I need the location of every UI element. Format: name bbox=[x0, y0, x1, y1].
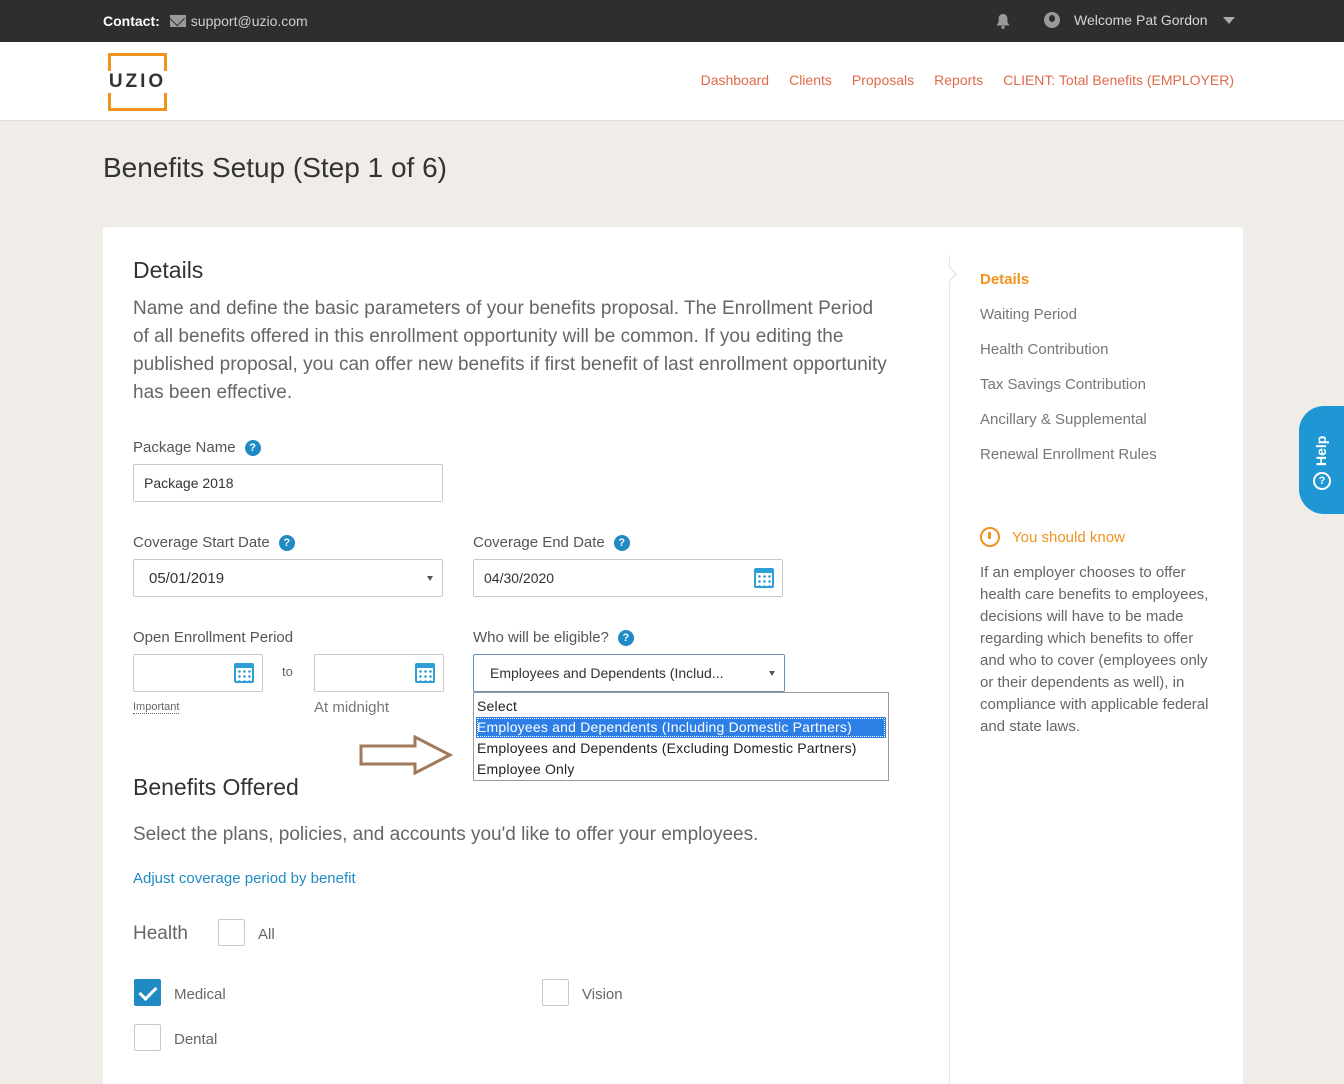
to-label: to bbox=[282, 664, 293, 679]
main-nav: Dashboard Clients Proposals Reports CLIE… bbox=[681, 72, 1234, 88]
contact-label: Contact: bbox=[103, 13, 160, 29]
top-bar: Contact: support@uzio.com Welcome Pat Go… bbox=[0, 0, 1344, 42]
nav-reports[interactable]: Reports bbox=[934, 72, 983, 88]
contact-info: Contact: support@uzio.com bbox=[103, 13, 308, 29]
benefits-heading: Benefits Offered bbox=[133, 774, 299, 800]
help-label: Help bbox=[1313, 435, 1329, 466]
eligible-option-excluding[interactable]: Employees and Dependents (Excluding Dome… bbox=[476, 738, 886, 759]
details-description: Name and define the basic parameters of … bbox=[133, 298, 887, 403]
step-renewal-rules[interactable]: Renewal Enrollment Rules bbox=[980, 446, 1157, 481]
calendar-icon[interactable] bbox=[754, 568, 774, 588]
eligible-label-text: Who will be eligible? bbox=[473, 629, 609, 646]
health-all-checkbox[interactable] bbox=[218, 919, 245, 946]
column-divider bbox=[949, 255, 950, 1084]
all-label: All bbox=[258, 926, 275, 943]
support-email-link[interactable]: support@uzio.com bbox=[191, 13, 308, 29]
step-health-contribution[interactable]: Health Contribution bbox=[980, 341, 1157, 376]
adjust-coverage-link[interactable]: Adjust coverage period by benefit bbox=[133, 870, 356, 887]
user-menu[interactable]: Welcome Pat Gordon bbox=[1044, 12, 1235, 28]
welcome-text: Welcome Pat Gordon bbox=[1074, 12, 1208, 28]
eligible-option-including[interactable]: Employees and Dependents (Including Dome… bbox=[476, 717, 886, 738]
coverage-start-label-text: Coverage Start Date bbox=[133, 534, 270, 551]
setup-card: Details Name and define the basic parame… bbox=[103, 227, 1243, 1084]
package-name-value: Package 2018 bbox=[144, 475, 234, 491]
uzio-logo[interactable]: UZIO bbox=[106, 53, 169, 111]
bell-icon[interactable] bbox=[995, 13, 1011, 29]
health-label: Health bbox=[133, 923, 188, 944]
annotation-arrow-icon bbox=[359, 735, 453, 775]
help-icon[interactable]: ? bbox=[617, 629, 634, 646]
calendar-icon[interactable] bbox=[234, 663, 254, 683]
medical-checkbox[interactable] bbox=[134, 979, 161, 1006]
eligible-label: Who will be eligible? ? bbox=[473, 629, 634, 646]
active-step-pointer bbox=[942, 266, 958, 282]
nav-dashboard[interactable]: Dashboard bbox=[701, 72, 770, 88]
steps-nav: Details Waiting Period Health Contributi… bbox=[980, 271, 1157, 481]
caret-down-icon bbox=[769, 671, 775, 676]
benefits-description: Select the plans, policies, and accounts… bbox=[133, 824, 759, 845]
important-note-link[interactable]: Important bbox=[133, 701, 180, 714]
step-tax-savings[interactable]: Tax Savings Contribution bbox=[980, 376, 1157, 411]
coverage-start-value: 05/01/2019 bbox=[149, 569, 225, 587]
coverage-end-label-text: Coverage End Date bbox=[473, 534, 605, 551]
package-name-input[interactable]: Package 2018 bbox=[133, 464, 443, 502]
calendar-icon[interactable] bbox=[415, 663, 435, 683]
nav-proposals[interactable]: Proposals bbox=[852, 72, 914, 88]
help-tab[interactable]: Help ? bbox=[1299, 406, 1344, 514]
chevron-down-icon[interactable] bbox=[1222, 16, 1235, 24]
nav-client[interactable]: CLIENT: Total Benefits (EMPLOYER) bbox=[1003, 72, 1234, 88]
help-icon[interactable]: ? bbox=[613, 534, 630, 551]
step-ancillary[interactable]: Ancillary & Supplemental bbox=[980, 411, 1157, 446]
enrollment-end-input[interactable] bbox=[314, 654, 444, 692]
you-should-know-heading: You should know bbox=[980, 527, 1125, 547]
enrollment-start-input[interactable] bbox=[133, 654, 263, 692]
caret-down-icon bbox=[427, 576, 433, 581]
help-icon[interactable]: ? bbox=[244, 439, 261, 456]
eligible-option-employee-only[interactable]: Employee Only bbox=[476, 759, 886, 780]
step-details[interactable]: Details bbox=[980, 271, 1157, 306]
coverage-start-label: Coverage Start Date ? bbox=[133, 534, 295, 551]
know-text: If an employer chooses to offer health c… bbox=[980, 564, 1209, 735]
step-waiting-period[interactable]: Waiting Period bbox=[980, 306, 1157, 341]
medical-label: Medical bbox=[174, 986, 226, 1003]
know-title: You should know bbox=[1012, 528, 1125, 546]
vision-checkbox[interactable] bbox=[542, 979, 569, 1006]
page-title: Benefits Setup (Step 1 of 6) bbox=[103, 152, 447, 183]
question-circle-icon: ? bbox=[1313, 472, 1331, 490]
mail-icon bbox=[169, 15, 186, 27]
coverage-start-select[interactable]: 05/01/2019 bbox=[133, 559, 443, 597]
coverage-end-value: 04/30/2020 bbox=[484, 570, 555, 586]
nav-clients[interactable]: Clients bbox=[789, 72, 832, 88]
open-enrollment-label: Open Enrollment Period bbox=[133, 629, 293, 646]
help-icon[interactable]: ? bbox=[278, 534, 295, 551]
eligible-select[interactable]: Employees and Dependents (Includ... bbox=[473, 654, 785, 692]
logo-text: UZIO bbox=[106, 71, 169, 93]
coverage-end-input[interactable]: 04/30/2020 bbox=[473, 559, 783, 597]
package-name-label-text: Package Name bbox=[133, 439, 236, 456]
vision-label: Vision bbox=[582, 986, 623, 1003]
eligible-selected-value: Employees and Dependents (Includ... bbox=[490, 665, 724, 681]
main-header: UZIO Dashboard Clients Proposals Reports… bbox=[0, 42, 1344, 121]
dental-label: Dental bbox=[174, 1031, 218, 1048]
dental-checkbox[interactable] bbox=[134, 1024, 161, 1051]
info-bulb-icon bbox=[980, 527, 1000, 547]
coverage-end-label: Coverage End Date ? bbox=[473, 534, 630, 551]
midnight-note: At midnight bbox=[314, 699, 390, 716]
details-heading: Details bbox=[133, 257, 204, 283]
package-name-label: Package Name ? bbox=[133, 439, 261, 456]
open-enrollment-label-text: Open Enrollment Period bbox=[133, 629, 294, 646]
eligible-dropdown-list: Select Employees and Dependents (Includi… bbox=[473, 692, 889, 781]
user-avatar-icon bbox=[1044, 12, 1060, 28]
eligible-option-select[interactable]: Select bbox=[476, 696, 886, 717]
